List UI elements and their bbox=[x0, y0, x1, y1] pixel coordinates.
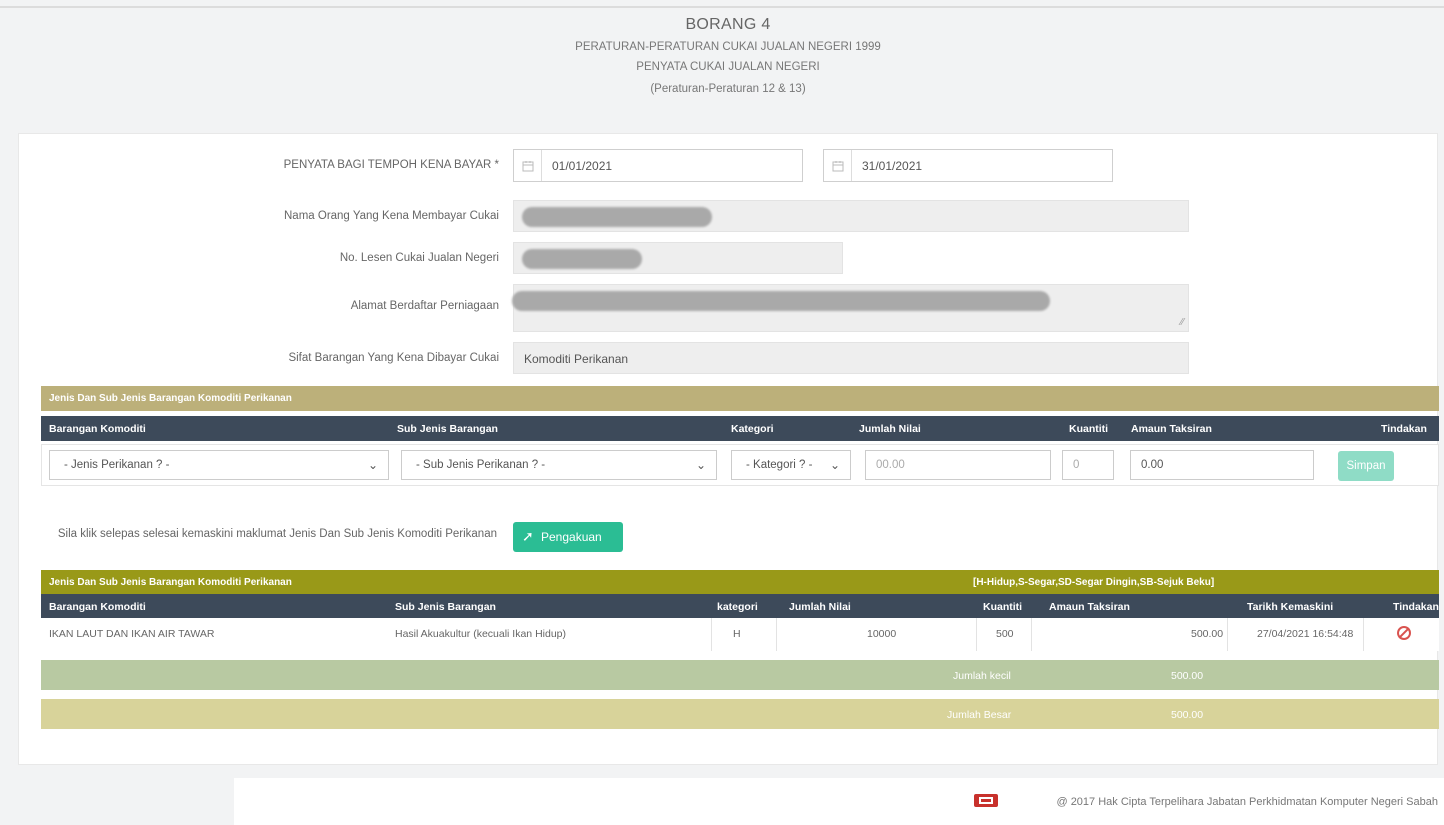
divider bbox=[976, 618, 977, 651]
divider bbox=[711, 618, 712, 651]
total-value: 500.00 bbox=[1171, 709, 1204, 721]
list-section-bar: Jenis Dan Sub Jenis Barangan Komoditi Pe… bbox=[41, 570, 1439, 594]
license-field[interactable] bbox=[513, 242, 843, 274]
date-from-field[interactable]: 01/01/2021 bbox=[513, 149, 803, 182]
footer: @ 2017 Hak Cipta Terpelihara Jabatan Per… bbox=[234, 778, 1444, 825]
form-panel: PENYATA BAGI TEMPOH KENA BAYAR * 01/01/2… bbox=[18, 133, 1439, 765]
name-field[interactable] bbox=[513, 200, 1189, 232]
commodity-select[interactable]: - Jenis Perikanan ? - ⌄ bbox=[49, 450, 389, 480]
form-title: BORANG 4 bbox=[685, 16, 771, 33]
row-sub-type: Hasil Akuakultur (kecuali Ikan Hidup) bbox=[395, 628, 566, 640]
period-label: PENYATA BAGI TEMPOH KENA BAYAR * bbox=[283, 159, 499, 171]
pengakuan-label: Pengakuan bbox=[541, 530, 602, 544]
copyright-text: @ 2017 Hak Cipta Terpelihara Jabatan Per… bbox=[1056, 796, 1438, 808]
amaun-input[interactable]: 0.00 bbox=[1130, 450, 1314, 480]
name-label: Nama Orang Yang Kena Membayar Cukai bbox=[284, 210, 499, 222]
license-label: No. Lesen Cukai Jualan Negeri bbox=[339, 252, 499, 264]
send-icon: ➚ bbox=[522, 528, 534, 544]
nature-label: Sifat Barangan Yang Kena Dibayar Cukai bbox=[288, 352, 499, 364]
top-divider bbox=[0, 6, 1444, 8]
address-field[interactable]: ⁄⁄ bbox=[512, 284, 1189, 332]
instruction-note: Sila klik selepas selesai kemaskini makl… bbox=[57, 528, 497, 540]
chevron-down-icon: ⌄ bbox=[829, 458, 840, 472]
date-to-field[interactable]: 31/01/2021 bbox=[823, 149, 1113, 182]
table-row: IKAN LAUT DAN IKAN AIR TAWAR Hasil Akuak… bbox=[41, 618, 1439, 651]
row-date: 27/04/2021 16:54:48 bbox=[1257, 628, 1354, 640]
date-to-value: 31/01/2021 bbox=[862, 158, 923, 173]
col-tindakan: Tindakan bbox=[1381, 423, 1427, 435]
sub-type-select[interactable]: - Sub Jenis Perikanan ? - ⌄ bbox=[401, 450, 717, 480]
statement-title: PENYATA CUKAI JUALAN NEGERI bbox=[636, 61, 820, 73]
entry-section-title: Jenis Dan Sub Jenis Barangan Komoditi Pe… bbox=[41, 386, 1439, 411]
col-sub-jenis: Sub Jenis Barangan bbox=[397, 423, 498, 435]
redacted-name bbox=[522, 207, 712, 227]
jpkns-logo-icon bbox=[974, 794, 998, 807]
col-amaun: Amaun Taksiran bbox=[1049, 601, 1130, 613]
divider bbox=[1227, 618, 1228, 651]
redacted-license bbox=[522, 249, 642, 269]
nature-field[interactable]: Komoditi Perikanan bbox=[513, 342, 1189, 374]
address-label: Alamat Berdaftar Perniagaan bbox=[350, 300, 499, 312]
col-jumlah-nilai: Jumlah Nilai bbox=[859, 423, 921, 435]
divider bbox=[1363, 618, 1364, 651]
resize-handle-icon[interactable]: ⁄⁄ bbox=[1181, 317, 1184, 328]
total-row: Jumlah Besar 500.00 bbox=[41, 699, 1439, 729]
row-jumlah-nilai: 10000 bbox=[867, 628, 897, 640]
pengakuan-button[interactable]: ➚ Pengakuan bbox=[513, 522, 623, 552]
regulation-title: PERATURAN-PERATURAN CUKAI JUALAN NEGERI … bbox=[575, 41, 881, 53]
row-category: H bbox=[733, 628, 741, 640]
col-amaun: Amaun Taksiran bbox=[1131, 423, 1212, 435]
divider bbox=[776, 618, 777, 651]
category-select-value: - Kategori ? - bbox=[746, 459, 813, 471]
list-table-header: Barangan Komoditi Sub Jenis Barangan kat… bbox=[41, 594, 1439, 618]
save-button[interactable]: Simpan bbox=[1338, 451, 1394, 481]
divider bbox=[1031, 618, 1032, 651]
list-section-title: Jenis Dan Sub Jenis Barangan Komoditi Pe… bbox=[49, 577, 292, 588]
col-tindakan: Tindakan bbox=[1393, 601, 1439, 613]
chevron-down-icon: ⌄ bbox=[695, 458, 706, 472]
commodity-select-value: - Jenis Perikanan ? - bbox=[64, 459, 170, 471]
col-kategori: Kategori bbox=[731, 423, 774, 435]
total-label: Jumlah Besar bbox=[947, 709, 1012, 721]
calendar-icon bbox=[514, 150, 542, 181]
col-barangan: Barangan Komoditi bbox=[49, 601, 146, 613]
entry-row: - Jenis Perikanan ? - ⌄ - Sub Jenis Peri… bbox=[41, 444, 1439, 486]
col-kuantiti: Kuantiti bbox=[1069, 423, 1109, 435]
row-amaun: 500.00 bbox=[1191, 628, 1224, 640]
calendar-icon bbox=[824, 150, 852, 181]
entry-table-header: Barangan Komoditi Sub Jenis Barangan Kat… bbox=[41, 416, 1439, 441]
category-legend: [H-Hidup,S-Segar,SD-Segar Dingin,SB-Seju… bbox=[973, 577, 1215, 588]
kuantiti-input[interactable]: 0 bbox=[1062, 450, 1114, 480]
col-kuantiti: Kuantiti bbox=[983, 601, 1023, 613]
col-kategori: kategori bbox=[717, 601, 758, 613]
subtotal-value: 500.00 bbox=[1171, 670, 1204, 682]
col-sub-jenis: Sub Jenis Barangan bbox=[395, 601, 496, 613]
delete-icon[interactable] bbox=[1397, 626, 1411, 640]
regulation-reference: (Peraturan-Peraturan 12 & 13) bbox=[650, 83, 806, 95]
date-from-value: 01/01/2021 bbox=[552, 158, 613, 173]
sub-type-select-value: - Sub Jenis Perikanan ? - bbox=[416, 459, 546, 471]
subtotal-row: Jumlah kecil 500.00 bbox=[41, 660, 1439, 690]
col-tarikh: Tarikh Kemaskini bbox=[1247, 601, 1334, 613]
redacted-address bbox=[512, 291, 1050, 311]
category-select[interactable]: - Kategori ? - ⌄ bbox=[731, 450, 851, 480]
jumlah-nilai-input[interactable]: 00.00 bbox=[865, 450, 1051, 480]
chevron-down-icon: ⌄ bbox=[367, 458, 378, 472]
row-commodity: IKAN LAUT DAN IKAN AIR TAWAR bbox=[49, 628, 215, 640]
col-jumlah-nilai: Jumlah Nilai bbox=[789, 601, 851, 613]
row-kuantiti: 500 bbox=[996, 628, 1014, 640]
form-header: BORANG 4 PERATURAN-PERATURAN CUKAI JUALA… bbox=[18, 10, 1438, 122]
subtotal-label: Jumlah kecil bbox=[953, 670, 1011, 682]
col-barangan: Barangan Komoditi bbox=[49, 423, 146, 435]
